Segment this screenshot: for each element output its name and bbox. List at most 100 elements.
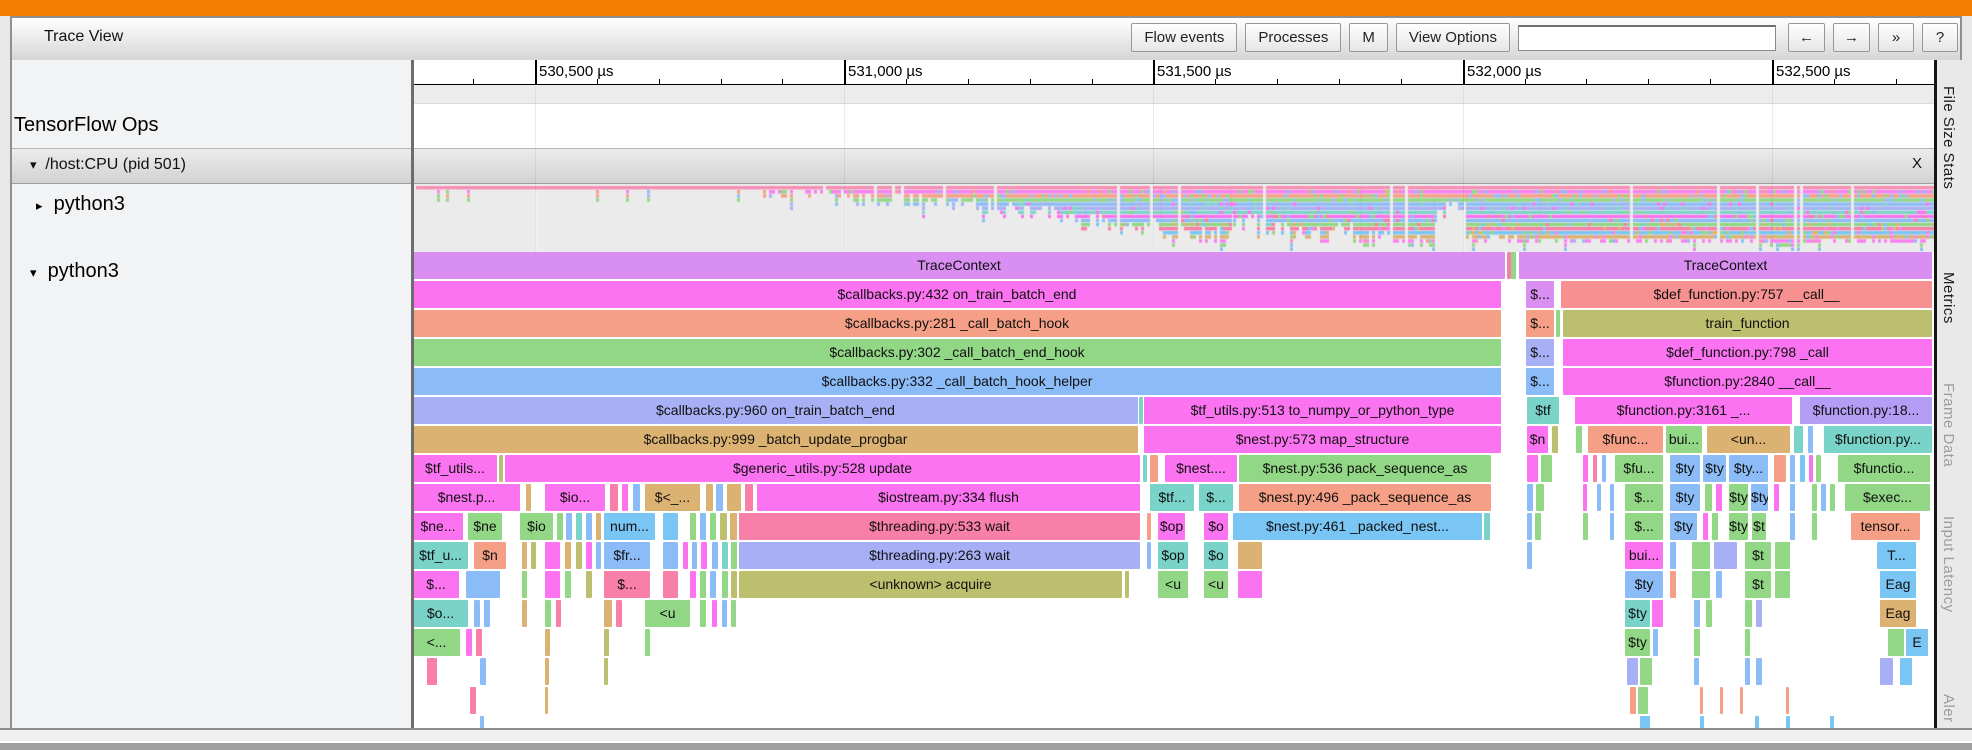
flame-bar-sliver[interactable] [1755,716,1759,728]
flame-bar-sliver[interactable] [1576,426,1582,453]
flame-bar-sliver[interactable] [1640,658,1652,685]
flame-bar[interactable]: train_function [1563,310,1932,337]
flame-bar-sliver[interactable] [1775,542,1790,569]
flame-bar-sliver[interactable] [1712,513,1718,540]
sidebar-tab-frame-data[interactable]: Frame Data [1940,383,1957,467]
flame-bar-sliver[interactable] [1143,455,1147,482]
flame-bar[interactable]: $ne... [413,513,463,540]
flame-bar-sliver[interactable] [480,716,484,728]
flame-bar[interactable]: num... [604,513,655,540]
flame-bar[interactable]: $callbacks.py:999 _batch_update_progbar [413,426,1138,453]
view-options-button[interactable]: View Options [1395,23,1510,52]
flame-bar-sliver[interactable] [700,600,706,627]
flame-bar-sliver[interactable] [731,542,737,569]
flame-bar[interactable]: <u [1204,571,1228,598]
flame-bar[interactable]: $op [1158,542,1188,569]
bottom-scroll-strip[interactable] [0,743,1972,750]
flame-bar[interactable]: $nest.py:573 map_structure [1144,426,1501,453]
flame-bar-sliver[interactable] [700,571,706,598]
flame-bar[interactable]: $o [1204,542,1228,569]
collapse-arrow-icon[interactable]: ▾ [30,157,37,173]
flame-bar-sliver[interactable] [1745,629,1750,656]
flame-bar-sliver[interactable] [1888,629,1904,656]
flame-bar[interactable]: <u [645,600,690,627]
thread-python3-collapsed-label[interactable]: ▸ python3 [36,193,125,216]
flame-bar-sliver[interactable] [1812,484,1817,511]
flame-bar[interactable]: $... [1526,281,1554,308]
flame-bar-sliver[interactable] [1139,397,1143,424]
flame-chart[interactable]: TraceContext TraceContext $callbacks.py:43… [413,252,1934,728]
flame-bar-sliver[interactable] [1610,484,1614,511]
next-arrow-button[interactable]: → [1833,23,1870,52]
flame-bar-sliver[interactable] [1809,455,1813,482]
flame-bar-sliver[interactable] [683,542,688,569]
flame-bar-sliver[interactable] [700,513,706,540]
flame-bar-sliver[interactable] [690,571,696,598]
flame-bar-sliver[interactable] [522,542,527,569]
flame-bar-sliver[interactable] [1147,513,1151,540]
flame-bar-sliver[interactable] [1238,571,1262,598]
flame-bar-sliver[interactable] [1593,455,1597,482]
host-cpu-header[interactable] [12,148,1934,184]
flame-bar-sliver[interactable] [474,600,480,627]
fast-forward-button[interactable]: » [1878,23,1914,52]
flame-bar[interactable]: TraceContext [413,252,1505,279]
flame-bar-sliver[interactable] [545,600,551,627]
flame-bar[interactable]: $ty [1670,455,1700,482]
sidebar-tab-aler[interactable]: Aler [1940,694,1957,723]
flame-bar-sliver[interactable] [663,571,678,598]
flame-bar-sliver[interactable] [596,542,601,569]
flame-bar-sliver[interactable] [706,484,713,511]
flame-bar[interactable]: $exec... [1845,484,1930,511]
flame-bar-sliver[interactable] [557,513,563,540]
host-cpu-label[interactable]: ▾ /host:CPU (pid 501) [30,156,186,174]
flame-bar[interactable]: $io [520,513,553,540]
flame-bar-sliver[interactable] [1536,484,1544,511]
expand-arrow-icon[interactable]: ▸ [36,198,43,214]
flame-bar[interactable]: $nest.py:536 pack_sequence_as [1239,455,1491,482]
flame-bar[interactable]: $n [474,542,506,569]
sidebar-tab-file-size-stats[interactable]: File Size Stats [1940,86,1957,189]
flame-bar-sliver[interactable] [545,687,548,714]
close-icon[interactable]: X [1912,155,1922,172]
flame-bar-sliver[interactable] [712,542,718,569]
flame-bar[interactable]: $generic_utils.py:528 update [505,455,1140,482]
flame-bar[interactable]: $ty [1625,600,1650,627]
flame-bar-sliver[interactable] [476,629,482,656]
flame-bar-sliver[interactable] [545,629,550,656]
flame-bar[interactable]: T... [1877,542,1916,569]
flame-bar-sliver[interactable] [531,542,536,569]
flame-bar[interactable]: $tf_u... [413,542,468,569]
flame-bar-sliver[interactable] [1125,571,1129,598]
flame-bar[interactable]: $nest.py:496 _pack_sequence_as [1239,484,1491,511]
flame-bar-sliver[interactable] [633,484,640,511]
flame-bar-sliver[interactable] [1830,484,1835,511]
flame-bar-sliver[interactable] [1700,687,1703,714]
flame-bar[interactable]: $ty [1729,484,1748,511]
flame-bar-sliver[interactable] [1745,658,1750,685]
flame-bar-sliver[interactable] [1692,571,1710,598]
flame-bar-sliver[interactable] [1716,571,1722,598]
flame-bar[interactable]: $function.py... [1824,426,1932,453]
sidebar-tab-input-latency[interactable]: Input Latency [1940,516,1957,613]
flame-bar-sliver[interactable] [1652,600,1663,627]
flame-bar[interactable]: $... [1199,484,1233,511]
sidebar-tab-metrics[interactable]: Metrics [1940,272,1957,324]
flame-bar[interactable]: $n [1527,426,1548,453]
flame-bar-sliver[interactable] [556,600,561,627]
flame-bar-sliver[interactable] [604,658,608,685]
flame-bar[interactable]: <unknown> acquire [739,571,1122,598]
flame-bar-sliver[interactable] [1790,513,1795,540]
flame-bar-sliver[interactable] [596,513,601,540]
collapse-arrow-icon[interactable]: ▾ [30,265,37,281]
flame-bar-sliver[interactable] [1703,513,1708,540]
flame-bar-sliver[interactable] [586,513,592,540]
flame-bar-sliver[interactable] [622,484,628,511]
flame-bar-sliver[interactable] [1556,310,1560,337]
flame-bar-sliver[interactable] [1150,455,1158,482]
flame-bar-sliver[interactable] [1670,542,1676,569]
flame-bar[interactable]: E [1906,629,1928,656]
flame-bar-sliver[interactable] [604,629,609,656]
flame-bar[interactable]: $... [1625,513,1663,540]
timeline-ruler[interactable]: 530,500 µs 531,000 µs 531,500 µs 532,000 µs… [411,60,1934,85]
